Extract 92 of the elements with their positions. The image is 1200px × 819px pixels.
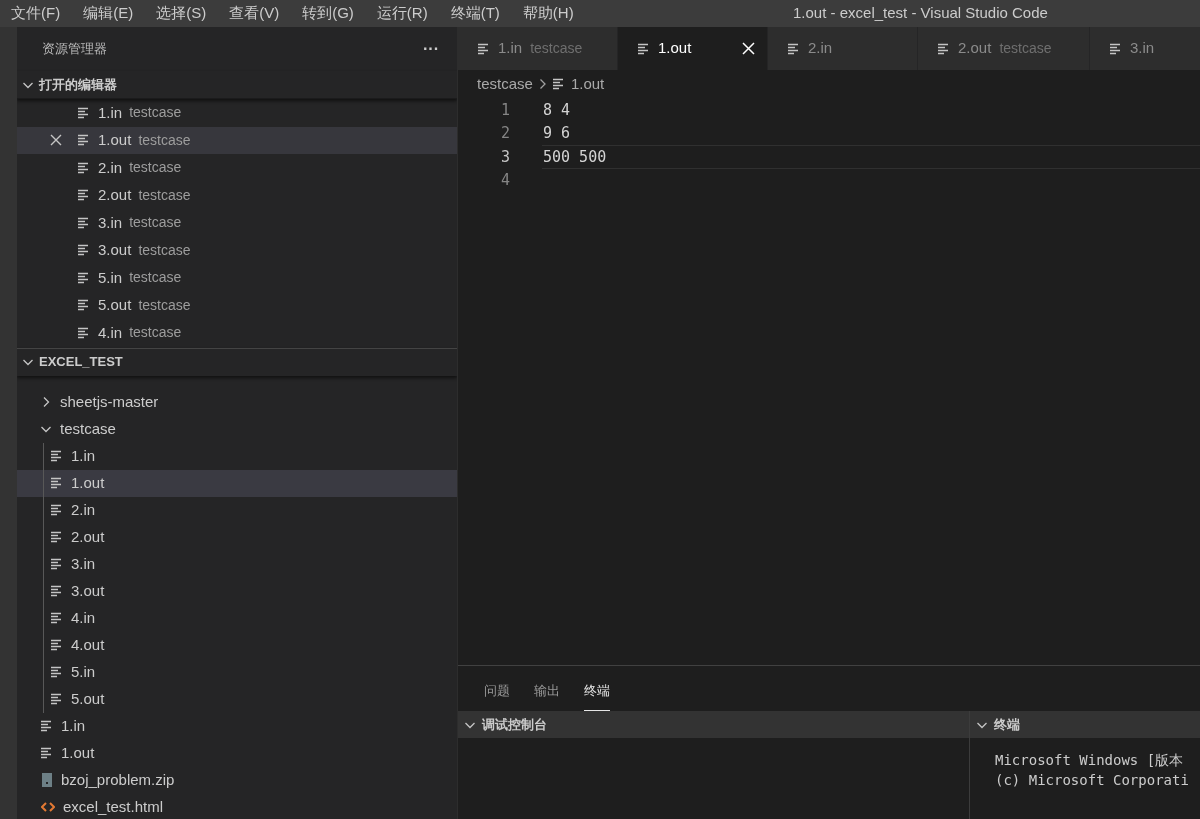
- folder-label: testcase: [138, 295, 191, 315]
- folder-label: testcase: [138, 240, 191, 260]
- text-file-icon: [78, 244, 90, 257]
- folder-label: testcase: [129, 103, 182, 123]
- editor-tab[interactable]: 2.out testcase: [918, 27, 1090, 70]
- editor-tab[interactable]: 1.in testcase: [458, 27, 618, 70]
- section-header[interactable]: 打开的编辑器: [17, 71, 457, 99]
- menu-item[interactable]: 查看(V): [229, 2, 280, 25]
- line-number: 3: [499, 146, 510, 168]
- file-name: 2.out: [98, 185, 132, 205]
- section-header[interactable]: EXCEL_TEST: [17, 347, 457, 376]
- menu-item[interactable]: 选择(S): [156, 2, 207, 25]
- open-editor-item[interactable]: 1.in testcase: [17, 99, 457, 127]
- terminal-line: Microsoft Windows [版本: [995, 751, 1185, 770]
- open-editor-item[interactable]: 2.out testcase: [17, 181, 457, 209]
- text-file-icon: [78, 299, 90, 312]
- text-file-icon: [51, 477, 63, 489]
- menu-item[interactable]: 终端(T): [450, 2, 500, 25]
- line-number: 2: [499, 123, 510, 144]
- code-line: 500 500: [543, 146, 607, 168]
- line-number: 1: [499, 99, 510, 121]
- text-file-icon: [638, 42, 650, 55]
- text-file-icon: [51, 612, 63, 624]
- close-icon[interactable]: [50, 134, 62, 147]
- text-file-icon: [78, 106, 90, 119]
- editor-tab[interactable]: 2.in: [768, 27, 918, 70]
- text-file-icon: [51, 558, 63, 570]
- text-file-icon: [788, 42, 800, 55]
- open-editor-item[interactable]: 3.out testcase: [17, 236, 457, 264]
- text-file-icon: [938, 42, 950, 55]
- menu-item[interactable]: 文件(F): [11, 2, 61, 25]
- sidebar-title: 资源管理器: [42, 40, 107, 59]
- folder-label: testcase: [129, 158, 182, 178]
- file-name: 4.in: [98, 322, 123, 343]
- window-title: 1.out - excel_test - Visual Studio Code: [793, 3, 1048, 24]
- breadcrumb-item[interactable]: testcase: [477, 72, 533, 96]
- text-file-icon: [51, 585, 63, 597]
- open-editor-item[interactable]: 5.out testcase: [17, 291, 457, 319]
- line-number: 4: [499, 170, 510, 191]
- text-file-icon: [51, 666, 63, 678]
- text-file-icon: [51, 450, 63, 462]
- menu-item[interactable]: 帮助(H): [522, 2, 574, 25]
- text-file-icon: [552, 78, 565, 90]
- text-file-icon: [78, 189, 90, 202]
- text-file-icon: [78, 271, 90, 284]
- folder-label: testcase: [129, 268, 182, 288]
- code-line: 9 6: [543, 123, 571, 144]
- text-file-icon: [41, 720, 53, 732]
- text-file-icon: [78, 216, 90, 229]
- more-actions[interactable]: ···: [423, 37, 439, 61]
- file-name: 2.in: [98, 157, 123, 178]
- open-editor-item[interactable]: 3.in testcase: [17, 209, 457, 237]
- file-name: 3.out: [98, 240, 132, 260]
- text-file-icon: [78, 326, 90, 339]
- text-file-icon: [51, 531, 63, 543]
- text-file-icon: [78, 161, 90, 174]
- panel-tab[interactable]: 输出: [534, 680, 560, 711]
- editor-tab[interactable]: 1.out: [618, 27, 768, 70]
- open-editor-item[interactable]: 1.out testcase: [17, 126, 457, 154]
- file-name: 5.in: [98, 267, 123, 288]
- menu-item[interactable]: 转到(G): [302, 2, 354, 25]
- open-editor-item[interactable]: 4.in testcase: [17, 319, 457, 347]
- section-header[interactable]: 终端: [970, 711, 1200, 738]
- text-file-icon: [41, 747, 53, 759]
- folder-label: testcase: [129, 213, 182, 233]
- folder-label: testcase: [129, 323, 182, 343]
- file-name: 5.out: [98, 295, 132, 315]
- menu-item[interactable]: 运行(R): [376, 2, 428, 25]
- text-file-icon: [78, 134, 90, 147]
- folder-label: testcase: [138, 185, 191, 205]
- chevron-icon: [538, 78, 547, 90]
- code-line: 8 4: [543, 99, 571, 121]
- text-file-icon: [51, 639, 63, 651]
- archive-icon: [41, 772, 53, 788]
- menu-item[interactable]: 编辑(E): [83, 2, 134, 25]
- file-name: 1.in: [98, 102, 123, 123]
- open-editor-item[interactable]: 2.in testcase: [17, 154, 457, 182]
- editor-tab[interactable]: 3.in: [1090, 27, 1200, 70]
- text-file-icon: [51, 504, 63, 516]
- file-name: 1.out: [98, 130, 132, 150]
- section-header[interactable]: 调试控制台: [458, 711, 969, 738]
- text-file-icon: [51, 693, 63, 705]
- folder-label: testcase: [138, 130, 191, 150]
- file-name: 3.in: [98, 212, 123, 233]
- code-icon: [41, 801, 55, 813]
- tree-item[interactable]: 1.out: [17, 469, 457, 497]
- breadcrumb-item[interactable]: 1.out: [570, 72, 605, 96]
- text-file-icon: [478, 42, 490, 55]
- panel-tab[interactable]: 问题: [484, 680, 510, 711]
- text-file-icon: [1110, 42, 1122, 55]
- terminal-line: (c) Microsoft Corporati: [995, 771, 1190, 790]
- open-editor-item[interactable]: 5.in testcase: [17, 264, 457, 292]
